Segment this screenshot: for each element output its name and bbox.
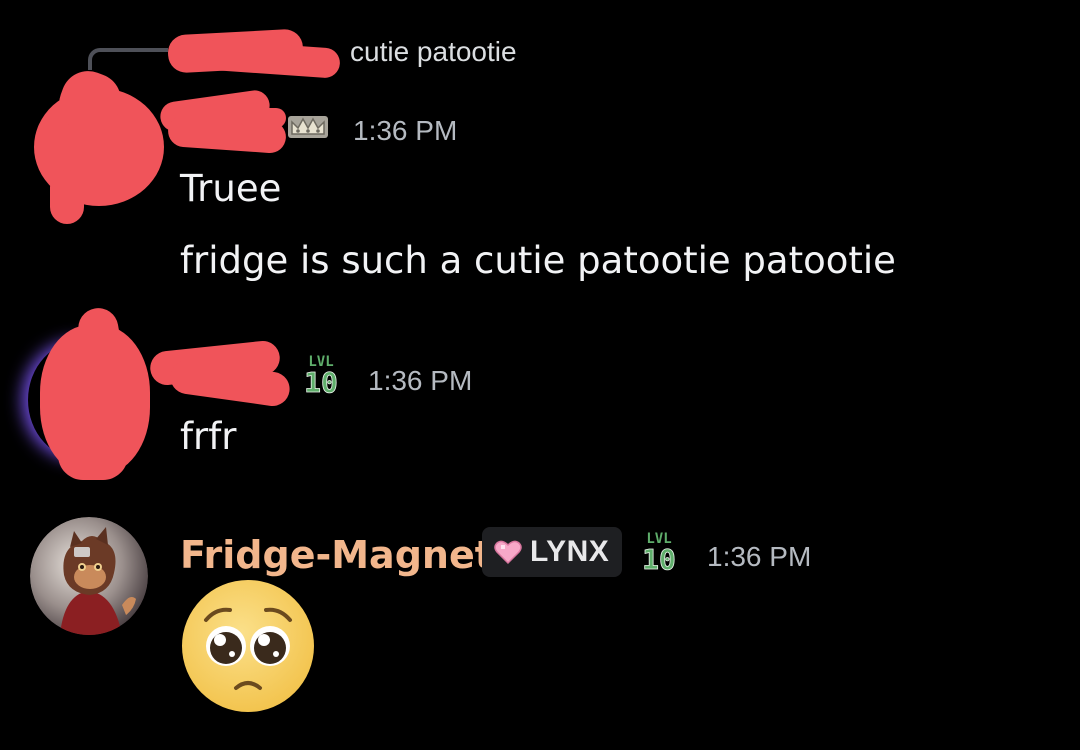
timestamp-3: 1:36 PM (707, 541, 812, 572)
fridge-magnet-avatar-image (30, 517, 148, 635)
heart-icon (494, 540, 522, 565)
level-10-badge-icon: LVL 10 (642, 531, 677, 575)
svg-text:10: 10 (304, 366, 338, 398)
username-fridge-magnet[interactable]: Fridge-Magnet (180, 536, 493, 574)
crown-icon (288, 116, 328, 138)
pleading-face-emoji[interactable] (180, 578, 316, 714)
avatar[interactable] (30, 517, 148, 635)
message-line-fridge: fridge is such a cutie patootie patootie (180, 239, 896, 282)
level-10-badge-icon: LVL 10 (304, 354, 339, 398)
timestamp-1: 1:36 PM (353, 115, 458, 146)
svg-text:10: 10 (642, 543, 676, 575)
reply-preview-text[interactable]: cutie patootie (350, 36, 517, 68)
guild-tag-label: LYNX (530, 535, 610, 568)
timestamp-2: 1:36 PM (368, 365, 473, 396)
guild-tag[interactable]: LYNX (482, 527, 622, 577)
message-line-truee: Truee (180, 167, 282, 210)
message-line-frfr: frfr (180, 415, 237, 458)
reply-spine (88, 48, 168, 70)
